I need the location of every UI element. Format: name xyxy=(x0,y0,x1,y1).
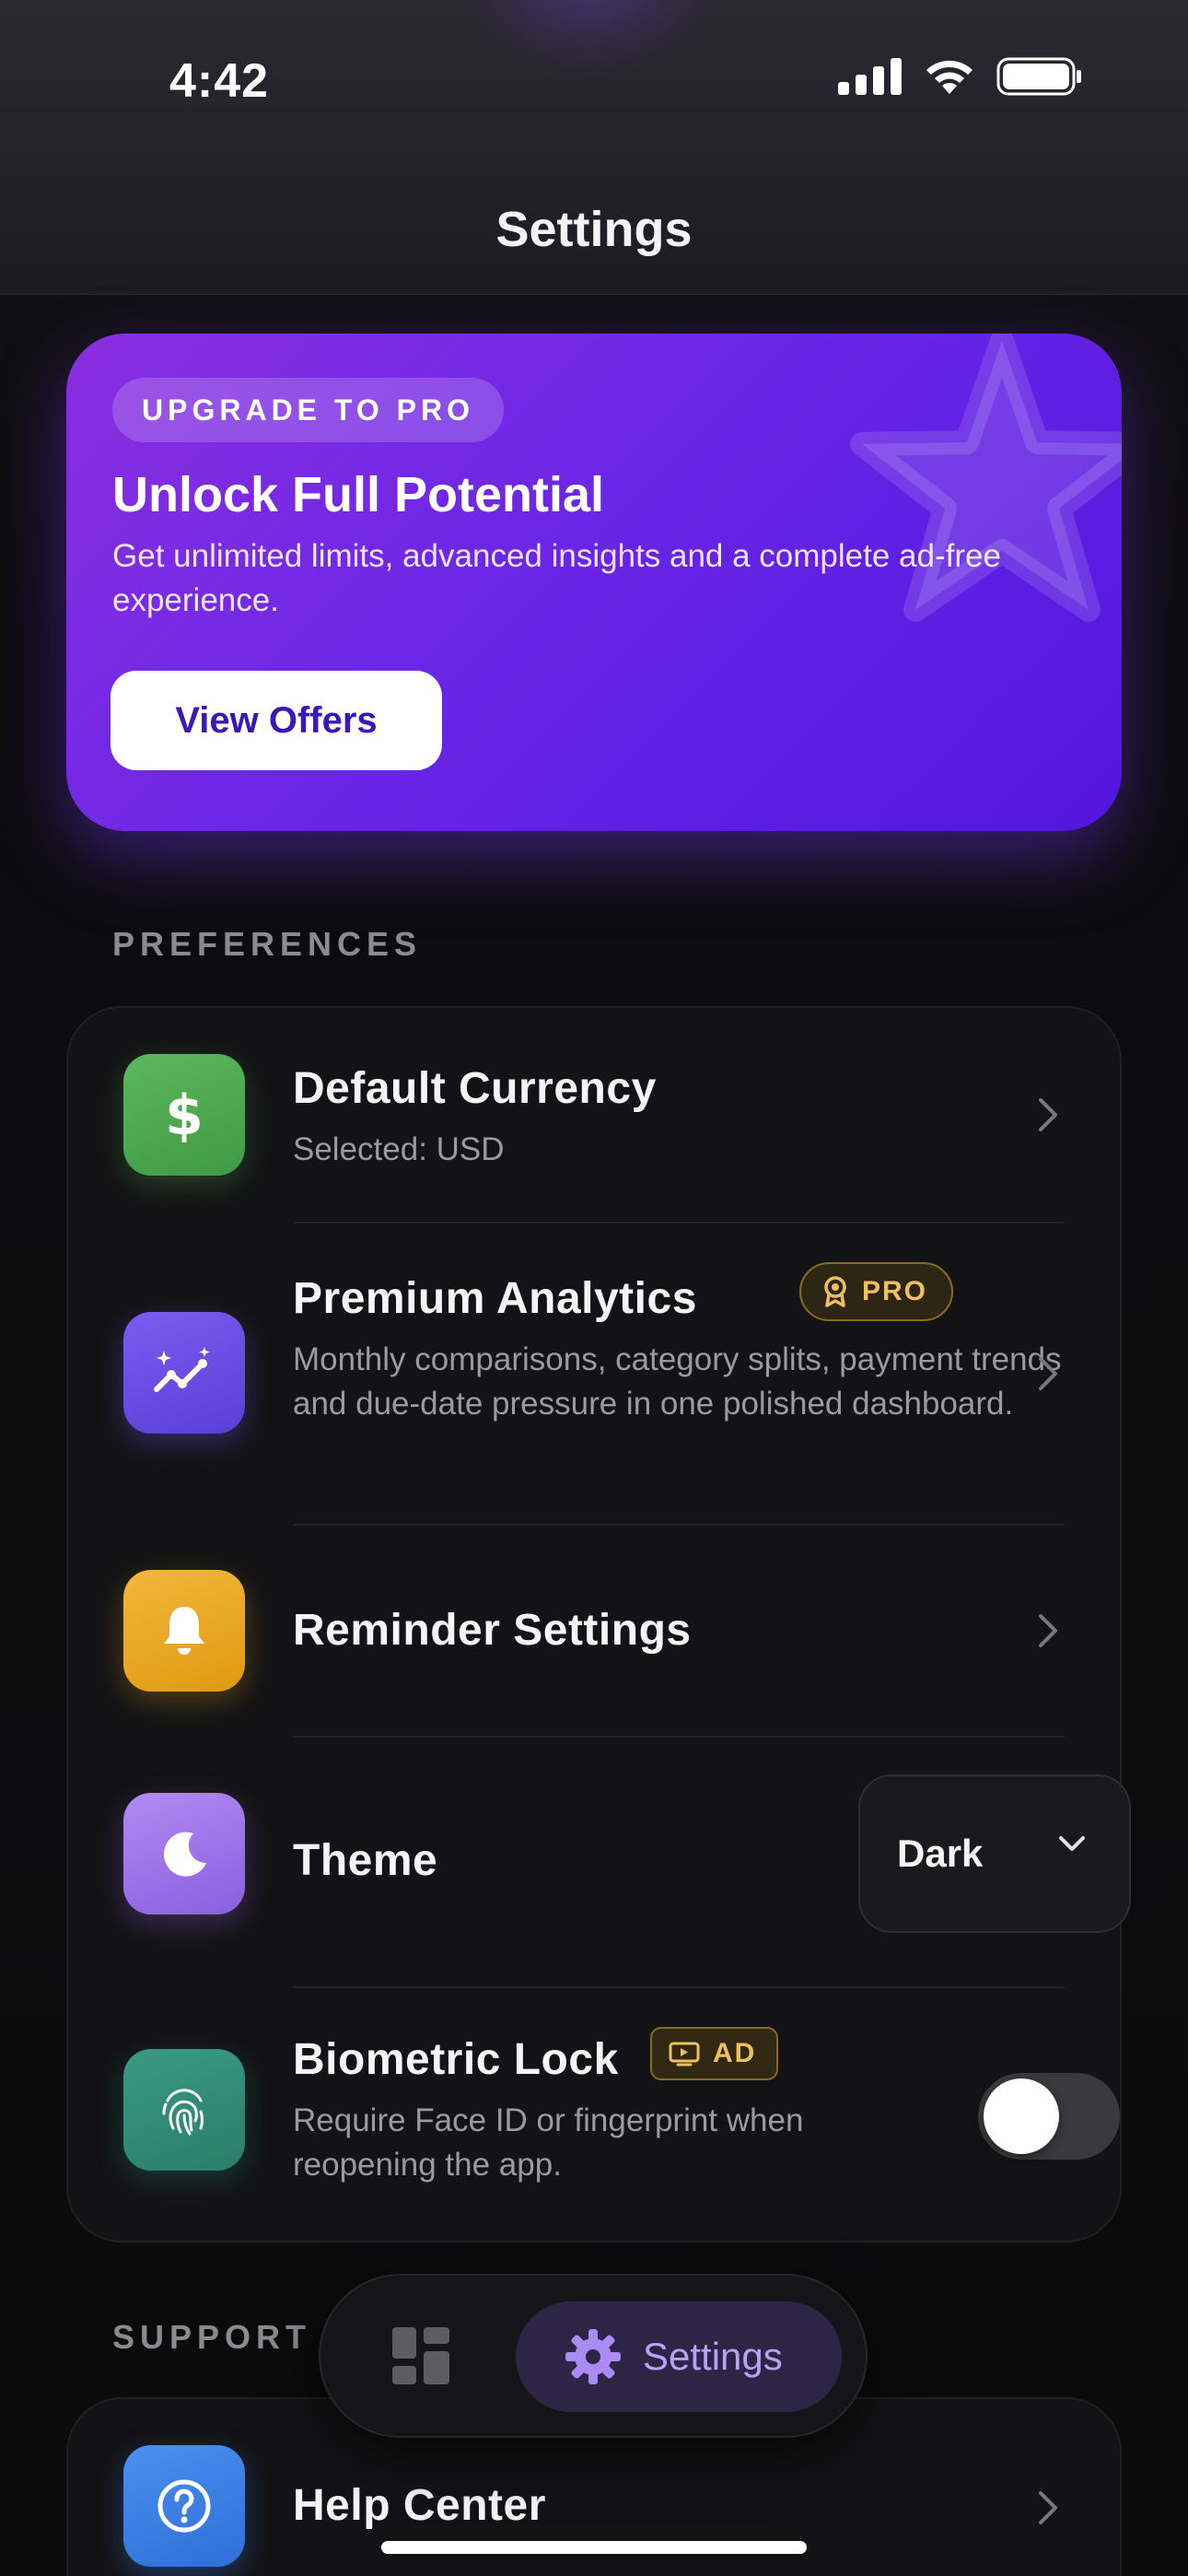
ad-badge: AD xyxy=(650,2027,779,2080)
settings-row-premium-analytics[interactable]: Premium Analytics PRO Monthly comparison… xyxy=(68,1224,1124,1524)
tab-settings[interactable]: Settings xyxy=(516,2301,842,2412)
bottom-tab-bar: Settings xyxy=(319,2274,868,2438)
gear-icon xyxy=(565,2329,621,2384)
settings-row-default-currency[interactable]: $ Default Currency Selected: USD xyxy=(68,1008,1124,1222)
dollar-icon: $ xyxy=(123,1054,245,1176)
page-title: Settings xyxy=(495,202,693,257)
row-subtitle: Selected: USD xyxy=(293,1131,505,1167)
tab-dashboard[interactable] xyxy=(389,2324,453,2388)
battery-icon xyxy=(996,57,1081,96)
video-ad-icon xyxy=(669,2042,700,2067)
row-title: Help Center xyxy=(293,2481,546,2530)
biometric-lock-toggle[interactable] xyxy=(978,2073,1120,2160)
settings-row-theme: Theme Dark xyxy=(68,1738,1131,1985)
preferences-section-label: PREFERENCES xyxy=(112,925,423,963)
award-icon xyxy=(824,1276,846,1307)
toggle-knob xyxy=(984,2078,1059,2154)
row-subtitle: Monthly comparisons, category splits, pa… xyxy=(293,1341,1062,1422)
row-title: Default Currency xyxy=(293,1064,657,1113)
dashboard-icon xyxy=(392,2327,449,2384)
status-icons xyxy=(838,57,1083,96)
support-section-label: SUPPORT xyxy=(112,2318,312,2356)
status-time: 4:42 xyxy=(169,54,270,108)
home-indicator xyxy=(381,2541,807,2554)
preferences-card: $ Default Currency Selected: USD Premium… xyxy=(66,1006,1131,2242)
sparkle-chart-icon xyxy=(123,1312,245,1434)
theme-select[interactable]: Dark xyxy=(858,1774,1131,1933)
chevron-right-icon xyxy=(1030,2480,1066,2535)
row-title: Premium Analytics xyxy=(293,1274,697,1323)
settings-row-biometric-lock: Biometric Lock AD Require Face ID or fin… xyxy=(68,1988,1124,2242)
settings-screen: Settings 4:42 UPGRADE TO PRO Unlock Full… xyxy=(0,0,1188,2576)
upgrade-badge: UPGRADE TO PRO xyxy=(112,378,504,442)
chevron-right-icon xyxy=(1030,1087,1066,1142)
row-title: Reminder Settings xyxy=(293,1606,692,1655)
pro-badge: PRO xyxy=(799,1262,954,1321)
svg-text:$: $ xyxy=(165,1083,204,1147)
status-bar: 4:42 xyxy=(0,0,1188,157)
ad-badge-label: AD xyxy=(713,2038,757,2068)
upgrade-promo-card: UPGRADE TO PRO Unlock Full Potential Get… xyxy=(66,334,1122,831)
view-offers-button[interactable]: View Offers xyxy=(111,671,442,770)
row-title: Biometric Lock xyxy=(293,2035,619,2084)
row-title: Theme xyxy=(293,1836,438,1885)
fingerprint-icon xyxy=(123,2049,245,2171)
moon-icon xyxy=(123,1793,245,1914)
help-icon xyxy=(123,2445,245,2567)
bell-icon xyxy=(123,1570,245,1692)
promo-title: Unlock Full Potential xyxy=(112,467,605,522)
settings-row-reminder-settings[interactable]: Reminder Settings xyxy=(68,1526,1124,1736)
row-subtitle: Require Face ID or fingerprint when reop… xyxy=(293,2102,804,2183)
wifi-icon xyxy=(926,60,973,94)
theme-select-value: Dark xyxy=(897,1832,984,1875)
promo-description: Get unlimited limits, advanced insights … xyxy=(112,538,1001,618)
chevron-down-icon xyxy=(1059,1836,1085,1851)
pro-badge-label: PRO xyxy=(862,1276,928,1306)
chevron-right-icon xyxy=(1030,1346,1066,1401)
signal-icon xyxy=(838,58,902,95)
chevron-right-icon xyxy=(1030,1603,1066,1658)
tab-settings-label: Settings xyxy=(643,2335,783,2378)
